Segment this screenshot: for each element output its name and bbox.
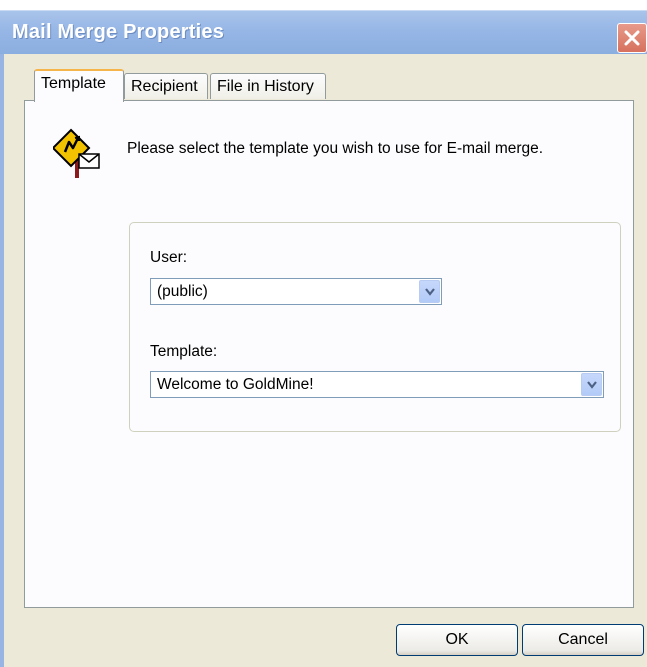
user-select-dropdown-button[interactable] xyxy=(419,280,440,303)
close-button[interactable] xyxy=(617,23,647,53)
tab-file-in-history[interactable]: File in History xyxy=(210,73,326,99)
template-selection-group: User: (public) Template: Welcome to Gold… xyxy=(129,222,621,432)
template-select-dropdown-button[interactable] xyxy=(581,373,602,396)
close-icon xyxy=(624,30,640,46)
title-bar[interactable]: Mail Merge Properties xyxy=(0,10,647,55)
user-select-value: (public) xyxy=(157,283,208,300)
user-select[interactable]: (public) xyxy=(150,278,442,305)
tab-file-in-history-label: File in History xyxy=(217,78,314,95)
tab-template-label: Template xyxy=(41,75,106,92)
template-select[interactable]: Welcome to GoldMine! xyxy=(150,371,604,398)
chevron-down-icon xyxy=(587,381,597,389)
mail-merge-sign-icon xyxy=(53,128,100,178)
window-title: Mail Merge Properties xyxy=(12,21,225,43)
dialog-body: Template Recipient File in History Pleas… xyxy=(0,54,647,667)
chevron-down-icon xyxy=(425,288,435,296)
tab-recipient-label: Recipient xyxy=(131,78,198,95)
user-label: User: xyxy=(150,249,188,266)
template-tab-panel: Please select the template you wish to u… xyxy=(24,100,634,608)
instruction-text: Please select the template you wish to u… xyxy=(127,140,544,157)
template-select-value: Welcome to GoldMine! xyxy=(157,376,314,393)
cancel-button[interactable]: Cancel xyxy=(522,624,644,656)
tab-recipient[interactable]: Recipient xyxy=(124,73,208,99)
template-label: Template: xyxy=(150,343,218,360)
ok-button[interactable]: OK xyxy=(396,624,518,656)
tab-template[interactable]: Template xyxy=(34,69,124,102)
